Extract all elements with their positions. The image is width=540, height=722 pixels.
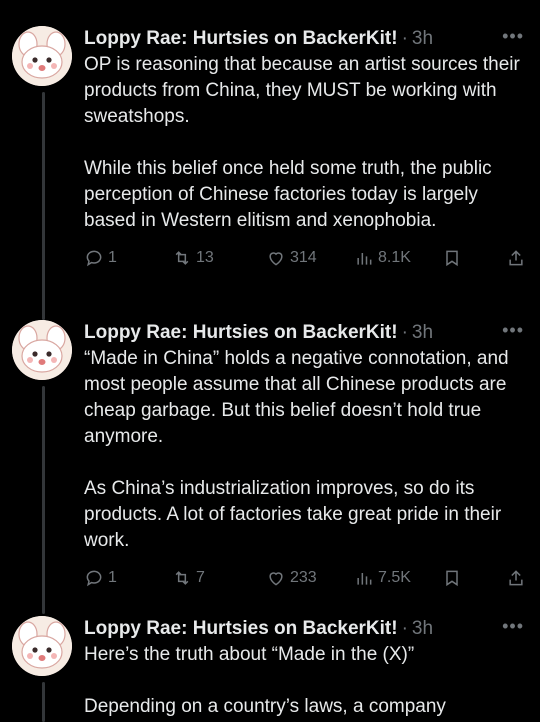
- reply-icon: [86, 250, 102, 267]
- share-button[interactable]: [506, 248, 526, 268]
- timestamp[interactable]: 3h: [412, 322, 433, 344]
- bunny-avatar-icon: [12, 26, 72, 86]
- more-options-icon[interactable]: •••: [502, 616, 524, 637]
- repost-button[interactable]: 13: [172, 248, 214, 268]
- separator-dot: ·: [401, 322, 408, 343]
- tweet-text: OP is reasoning that because an artist s…: [84, 54, 520, 231]
- bookmark-button[interactable]: [442, 568, 462, 588]
- share-button[interactable]: [506, 568, 526, 588]
- bunny-avatar-icon: [12, 616, 72, 676]
- tweet-text: Here’s the truth about “Made in the (X)”…: [84, 644, 446, 717]
- share-icon: [509, 250, 523, 266]
- views-button[interactable]: 8.1K: [354, 248, 411, 268]
- tweet-header: Loppy Rae: Hurtsies on BackerKit! · 3h: [84, 320, 526, 346]
- views-chart-icon: [357, 253, 372, 265]
- repost-button[interactable]: 7: [172, 568, 205, 588]
- timestamp[interactable]: 3h: [412, 28, 433, 50]
- more-options-icon[interactable]: •••: [502, 26, 524, 47]
- reply-count: 1: [108, 249, 117, 266]
- like-button[interactable]: 233: [266, 568, 317, 588]
- more-options-icon[interactable]: •••: [502, 320, 524, 341]
- bookmark-button[interactable]: [442, 248, 462, 268]
- avatar[interactable]: [12, 616, 72, 676]
- bookmark-icon: [446, 570, 458, 587]
- reply-count: 1: [108, 569, 117, 586]
- heart-icon: [269, 572, 283, 586]
- reply-button[interactable]: 1: [84, 568, 117, 588]
- separator-dot: ·: [401, 618, 408, 639]
- author-name[interactable]: Loppy Rae: Hurtsies on BackerKit!: [84, 618, 398, 640]
- tweet-content: Loppy Rae: Hurtsies on BackerKit! · 3h •…: [84, 320, 526, 598]
- tweet-actions: 1 13 314 8.1K: [84, 248, 526, 278]
- avatar[interactable]: [12, 26, 72, 86]
- tweet-content: Loppy Rae: Hurtsies on BackerKit! · 3h •…: [84, 616, 526, 720]
- like-count: 314: [290, 249, 317, 266]
- like-button[interactable]: 314: [266, 248, 317, 268]
- repost-count: 13: [196, 249, 214, 266]
- repost-icon: [175, 251, 189, 265]
- tweet-text: “Made in China” holds a negative connota…: [84, 348, 509, 551]
- bookmark-icon: [446, 250, 458, 267]
- tweet-content: Loppy Rae: Hurtsies on BackerKit! · 3h •…: [84, 26, 526, 278]
- avatar[interactable]: [12, 320, 72, 380]
- reply-button[interactable]: 1: [84, 248, 117, 268]
- reply-icon: [86, 570, 102, 587]
- views-button[interactable]: 7.5K: [354, 568, 411, 588]
- bunny-avatar-icon: [12, 320, 72, 380]
- share-icon: [509, 570, 523, 586]
- timestamp[interactable]: 3h: [412, 618, 433, 640]
- tweet-actions: 1 7 233 7.5K: [84, 568, 526, 598]
- view-count: 7.5K: [378, 569, 411, 586]
- tweet-header: Loppy Rae: Hurtsies on BackerKit! · 3h: [84, 26, 526, 52]
- repost-count: 7: [196, 569, 205, 586]
- thread-line: [42, 682, 45, 722]
- view-count: 8.1K: [378, 249, 411, 266]
- views-chart-icon: [357, 573, 372, 585]
- repost-icon: [175, 571, 189, 585]
- like-count: 233: [290, 569, 317, 586]
- thread-line: [42, 386, 45, 614]
- tweet-header: Loppy Rae: Hurtsies on BackerKit! · 3h: [84, 616, 526, 642]
- separator-dot: ·: [401, 28, 408, 49]
- thread-line: [42, 92, 45, 320]
- author-name[interactable]: Loppy Rae: Hurtsies on BackerKit!: [84, 322, 398, 344]
- heart-icon: [269, 252, 283, 266]
- author-name[interactable]: Loppy Rae: Hurtsies on BackerKit!: [84, 28, 398, 50]
